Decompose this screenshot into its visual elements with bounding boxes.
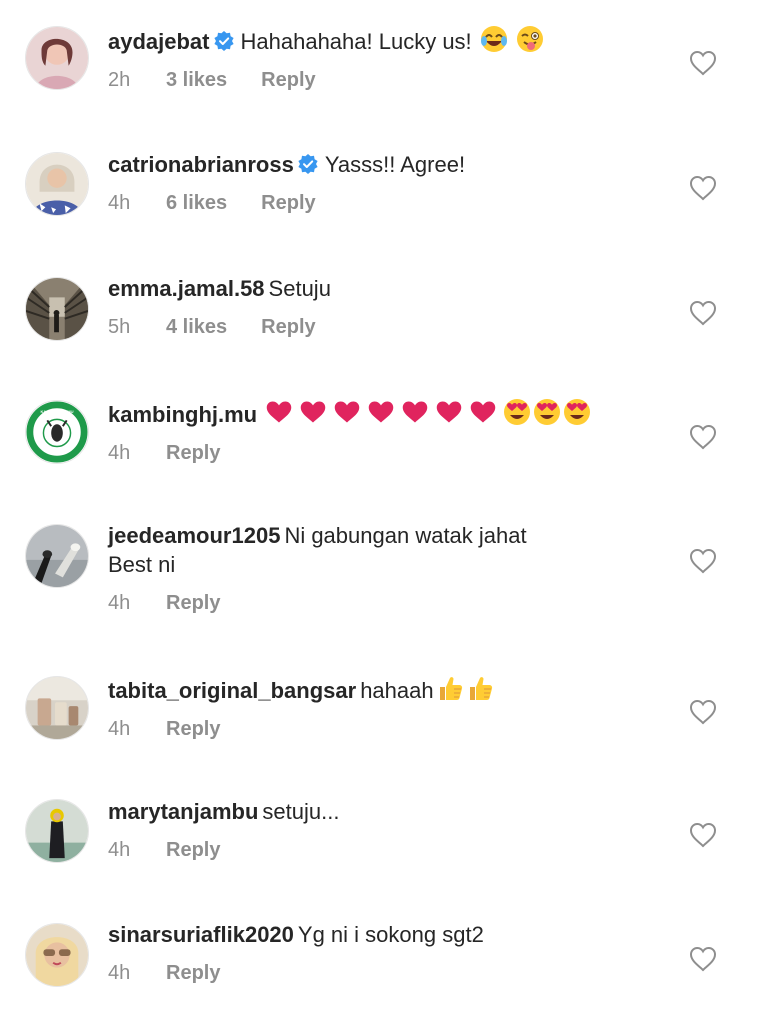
red-heart-icon [333, 398, 365, 426]
comment-body: kambinghj.mu 4h Reply [108, 398, 668, 466]
red-heart-icon [435, 398, 467, 426]
avatar-image: KAMBING HJ.MU [26, 401, 88, 463]
comment-text: Ni gabungan watak jahat [284, 523, 527, 548]
red-heart-icon [469, 398, 501, 426]
comment-body: emma.jamal.58 Setuju 5h 4 likes Reply [108, 274, 668, 340]
red-heart-icon [265, 398, 297, 426]
timestamp: 4h [108, 839, 131, 861]
avatar[interactable]: KAMBING HJ.MU [25, 400, 89, 464]
comment-list: aydajebat Hahahahaha! Lucky us! 2h 3 likes… [0, 0, 759, 1024]
username[interactable]: emma.jamal.58 [108, 276, 265, 301]
comment-body: catrionabrianross Yasss!! Agree! 4h 6 like… [108, 150, 668, 216]
comment-meta: 4h Reply [108, 716, 668, 742]
comment-meta: 4h Reply [108, 440, 668, 466]
reply-button[interactable]: Reply [261, 314, 315, 340]
comment-text: Yg ni i sokong sgt2 [297, 922, 484, 947]
reply-button[interactable]: Reply [261, 67, 315, 93]
reply-button[interactable]: Reply [166, 590, 220, 616]
reply-button[interactable]: Reply [166, 960, 220, 986]
heart-icon[interactable] [689, 50, 717, 76]
timestamp: 5h [108, 316, 131, 338]
timestamp: 4h [108, 962, 131, 984]
likes-count[interactable]: 6 likes [166, 190, 227, 216]
comment-body: jeedeamour1205 Ni gabungan watak jahat Bes… [108, 521, 668, 616]
reply-button[interactable]: Reply [166, 716, 220, 742]
comment-meta: 4h Reply [108, 837, 668, 863]
comment-text: Hahahahaha! Lucky us! [240, 29, 472, 54]
heart-icon[interactable] [689, 946, 717, 972]
avatar[interactable] [25, 923, 89, 987]
username[interactable]: sinarsuriaflik2020 [108, 922, 294, 947]
heart-icon[interactable] [689, 699, 717, 725]
likes-count[interactable]: 3 likes [166, 67, 227, 93]
username[interactable]: kambinghj.mu [108, 402, 257, 427]
avatar[interactable] [25, 799, 89, 863]
avatar-image [26, 27, 88, 89]
timestamp: 4h [108, 442, 131, 464]
comment-meta: 4h Reply [108, 960, 668, 986]
avatar[interactable] [25, 26, 89, 90]
comment-meta: 4h 6 likes Reply [108, 190, 668, 216]
heart-icon[interactable] [689, 175, 717, 201]
verified-badge-icon [298, 154, 318, 174]
timestamp: 2h [108, 69, 131, 91]
red-heart-icon [299, 398, 331, 426]
username[interactable]: aydajebat [108, 29, 210, 54]
verified-badge-icon [213, 31, 234, 51]
comment-text: Setuju [268, 276, 331, 301]
avatar-image [26, 525, 88, 587]
reply-button[interactable]: Reply [166, 837, 220, 863]
reply-button[interactable]: Reply [261, 190, 315, 216]
username[interactable]: jeedeamour1205 [108, 523, 280, 548]
avatar[interactable] [25, 676, 89, 740]
face-with-tears-of-joy-icon [480, 25, 508, 53]
heart-icon[interactable] [689, 300, 717, 326]
thumbs-up-icon [466, 674, 494, 702]
reply-button[interactable]: Reply [166, 440, 220, 466]
comment-body: marytanjambu setuju... 4h Reply [108, 797, 668, 863]
comment-body: tabita_original_bangsar hahaah 4h Reply [108, 674, 668, 742]
avatar-image [26, 800, 88, 862]
timestamp: 4h [108, 592, 131, 614]
avatar[interactable] [25, 152, 89, 216]
red-heart-icon [367, 398, 399, 426]
avatar-image [26, 677, 88, 739]
thumbs-up-icon [436, 674, 464, 702]
avatar-image [26, 278, 88, 340]
heart-eyes-icon [563, 398, 591, 426]
heart-icon[interactable] [689, 548, 717, 574]
likes-count[interactable]: 4 likes [166, 314, 227, 340]
timestamp: 4h [108, 718, 131, 740]
avatar-logo-text: KAMBING HJ.MU [40, 409, 73, 414]
username[interactable]: tabita_original_bangsar [108, 678, 356, 703]
heart-icon[interactable] [689, 424, 717, 450]
red-heart-icon [401, 398, 433, 426]
comment-meta: 2h 3 likes Reply [108, 67, 668, 93]
avatar[interactable] [25, 524, 89, 588]
comment-body: aydajebat Hahahahaha! Lucky us! 2h 3 likes… [108, 25, 668, 93]
timestamp: 4h [108, 192, 131, 214]
winking-face-with-tongue-icon [516, 25, 544, 53]
avatar[interactable] [25, 277, 89, 341]
heart-icon[interactable] [689, 822, 717, 848]
comment-meta: 4h Reply [108, 590, 668, 616]
comment-text-line-2: Best ni [108, 552, 176, 577]
heart-eyes-icon [503, 398, 531, 426]
avatar-image [26, 153, 88, 215]
comment-body: sinarsuriaflik2020 Yg ni i sokong sgt2 4h… [108, 920, 668, 986]
avatar-image [26, 924, 88, 986]
comment-text: setuju... [262, 799, 340, 824]
comment-text: hahaah [360, 678, 434, 703]
heart-eyes-icon [533, 398, 561, 426]
comment-text: Yasss!! Agree! [324, 152, 466, 177]
username[interactable]: catrionabrianross [108, 152, 294, 177]
comment-meta: 5h 4 likes Reply [108, 314, 668, 340]
username[interactable]: marytanjambu [108, 799, 258, 824]
